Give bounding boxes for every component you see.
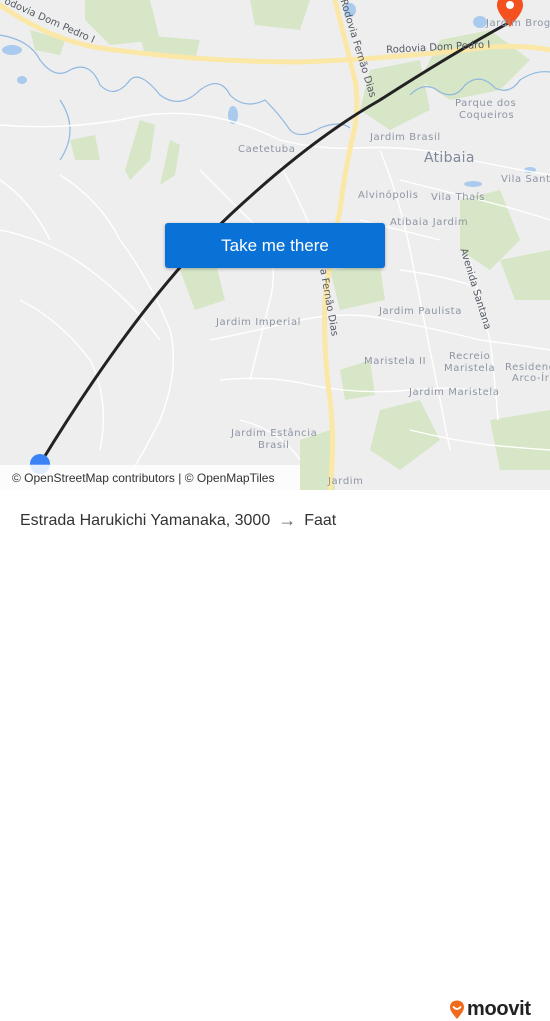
moovit-pin-icon	[450, 1000, 464, 1019]
place-label: Parque dos	[455, 98, 517, 109]
place-label: Maristela	[444, 363, 496, 374]
place-label: Jardim Brog	[486, 18, 550, 29]
place-label: Coqueiros	[459, 110, 515, 121]
place-label: Jardim Imperial	[216, 317, 302, 328]
place-label: Jardim Paulista	[379, 306, 462, 317]
footer-bar: Estrada Harukichi Yamanaka, 3000 → Faat …	[0, 490, 550, 1020]
place-label: Vila Thaís	[431, 192, 486, 203]
place-label: Jardim Estância	[231, 428, 318, 439]
place-label: Alvinópolis	[358, 190, 419, 201]
place-label: Vila Santi	[501, 174, 550, 185]
moovit-wordmark: moovit	[467, 998, 531, 1020]
attribution-text[interactable]: © OpenStreetMap contributors | © OpenMap…	[12, 471, 274, 485]
place-label: Jardim Maristela	[409, 387, 500, 398]
place-label: Caetetuba	[238, 144, 296, 155]
route-summary: Estrada Harukichi Yamanaka, 3000 → Faat	[20, 510, 336, 531]
place-label: Jardim Brasil	[370, 132, 441, 143]
arrow-right-icon: →	[278, 510, 297, 530]
map-attribution[interactable]: © OpenStreetMap contributors | © OpenMap…	[0, 465, 300, 490]
place-label: Maristela II	[364, 356, 427, 367]
place-label: Atibaia	[424, 150, 475, 166]
take-me-there-button[interactable]: Take me there	[165, 223, 385, 268]
origin-name: Estrada Harukichi Yamanaka, 3000	[20, 511, 271, 529]
place-label: Recreio	[449, 351, 491, 362]
place-label: Brasil	[258, 440, 290, 451]
place-label: Atibaia Jardim	[390, 217, 469, 228]
place-label: Arco-Ír	[512, 373, 550, 384]
moovit-logo[interactable]: moovit	[449, 998, 531, 1021]
place-label: Jardim	[328, 476, 364, 487]
map-view[interactable]: odovia Dom Pedro I Rodovia Dom Pedro I R…	[0, 0, 550, 490]
destination-name: Faat	[304, 511, 337, 529]
place-label: Residenc	[505, 362, 550, 373]
